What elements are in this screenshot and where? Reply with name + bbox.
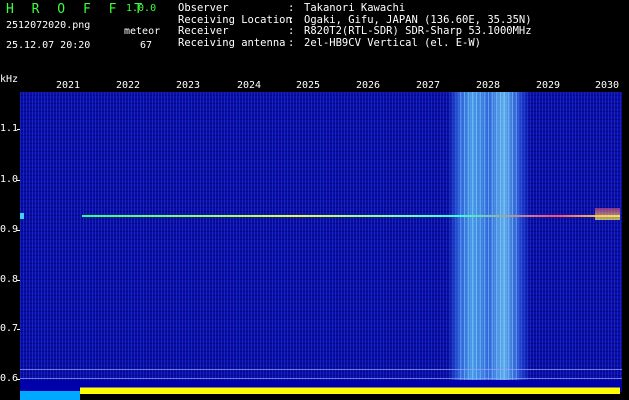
grid-line bbox=[20, 378, 622, 379]
app-version: 1.0.0 bbox=[126, 3, 157, 14]
x-axis-years: 2021 2022 2023 2024 2025 2026 2027 2028 … bbox=[0, 80, 629, 92]
meteor-count: 67 bbox=[140, 40, 153, 51]
y-label: 0.8 bbox=[0, 274, 19, 285]
header-panel: H R O F F T 1.0.0 2512072020.png 25.12.0… bbox=[0, 0, 629, 74]
year-label: 2030 bbox=[594, 80, 620, 91]
year-label: 2022 bbox=[115, 80, 141, 91]
info-row-observer: Observer: Takanori Kawachi bbox=[178, 2, 406, 14]
y-label: 0.7 bbox=[0, 323, 19, 334]
y-label: 0.6 bbox=[0, 373, 19, 384]
noise-floor-left bbox=[20, 391, 80, 400]
datetime: 25.12.07 20:20 bbox=[6, 40, 91, 51]
noise-burst-texture bbox=[460, 92, 520, 392]
y-label: 0.9 bbox=[0, 224, 19, 235]
y-label: 1.0 bbox=[0, 174, 19, 185]
year-label: 2028 bbox=[475, 80, 501, 91]
info-row-receiver: Receiver: R820T2(RTL-SDR) SDR-Sharp 53.10… bbox=[178, 25, 532, 37]
year-label: 2029 bbox=[535, 80, 561, 91]
year-label: 2023 bbox=[175, 80, 201, 91]
station-info: Observer: Takanori Kawachi Receiving Loca… bbox=[178, 2, 532, 49]
year-label: 2024 bbox=[236, 80, 262, 91]
signal-trace-start bbox=[20, 213, 24, 219]
signal-trace bbox=[82, 215, 620, 217]
y-label: 1.1 bbox=[0, 123, 19, 134]
noise-floor-bars bbox=[80, 382, 620, 394]
year-label: 2026 bbox=[355, 80, 381, 91]
meteor-label: meteor bbox=[124, 26, 161, 37]
signal-trace-end bbox=[595, 208, 620, 220]
year-label: 2025 bbox=[295, 80, 321, 91]
info-row-antenna: Receiving antenna:2el-HB9CV Vertical (el… bbox=[178, 36, 482, 49]
year-label: 2027 bbox=[415, 80, 441, 91]
year-label: 2021 bbox=[55, 80, 81, 91]
spectrogram-plot bbox=[20, 92, 622, 392]
file-name: 2512072020.png bbox=[6, 20, 91, 31]
grid-line bbox=[20, 369, 622, 370]
